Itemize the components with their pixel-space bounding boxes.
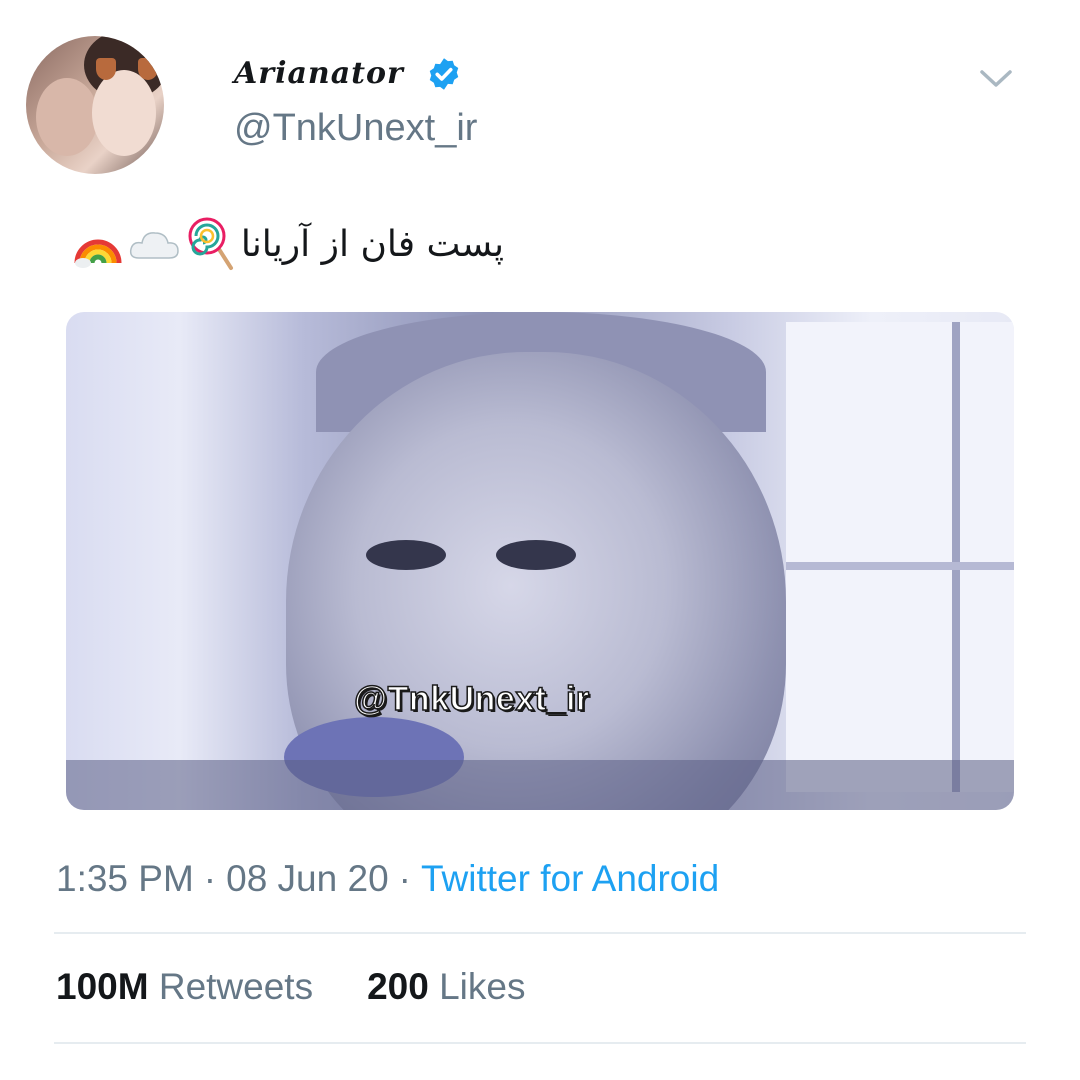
portrait-eye-left: [366, 540, 446, 570]
tweet-media-image[interactable]: @TnkUnext_ir: [66, 312, 1014, 810]
tweet-date: 08 Jun 20: [226, 858, 389, 899]
avatar-face-left: [36, 78, 98, 156]
verified-badge-icon: [429, 58, 459, 90]
background-window: [786, 322, 1014, 792]
avatar-filter-ear-left: [96, 58, 116, 80]
likes-count: 200: [367, 966, 429, 1007]
likes-stat[interactable]: 200 Likes: [367, 966, 525, 1007]
window-frame-vertical: [952, 322, 960, 792]
avatar[interactable]: [26, 36, 164, 174]
cloud-icon: [129, 232, 179, 259]
tweet-stats: 100M Retweets 200 Likes: [56, 966, 525, 1008]
retweets-stat[interactable]: 100M Retweets: [56, 966, 313, 1007]
tweet-source-link[interactable]: Twitter for Android: [421, 858, 719, 899]
retweets-label: Retweets: [158, 966, 314, 1007]
divider: [54, 932, 1026, 934]
separator-dot: ·: [203, 858, 217, 899]
emoji-group: [73, 216, 235, 272]
user-handle[interactable]: @TnkUnext_ir: [234, 107, 477, 150]
likes-label: Likes: [439, 966, 526, 1007]
tweet-text: پست فان از آریانا: [54, 214, 504, 274]
chevron-down-icon[interactable]: [978, 64, 1014, 92]
avatar-face-right: [92, 70, 156, 156]
separator-dot: ·: [398, 858, 411, 899]
tweet-time: 1:35 PM: [56, 858, 194, 899]
portrait-shoulders: [66, 760, 1014, 810]
divider: [54, 1042, 1026, 1044]
tweet-text-body: پست فان از آریانا: [240, 223, 504, 265]
tweet-metadata: 1:35 PM · 08 Jun 20 · Twitter for Android: [56, 858, 719, 900]
rainbow-icon: [74, 239, 122, 268]
media-watermark: @TnkUnext_ir: [353, 679, 590, 719]
avatar-filter-ear-right: [138, 58, 158, 80]
portrait-eye-right: [496, 540, 576, 570]
lollipop-icon: [188, 217, 233, 270]
display-name[interactable]: Arianator: [234, 56, 404, 91]
retweets-count: 100M: [56, 966, 149, 1007]
window-frame-horizontal: [786, 562, 1014, 570]
